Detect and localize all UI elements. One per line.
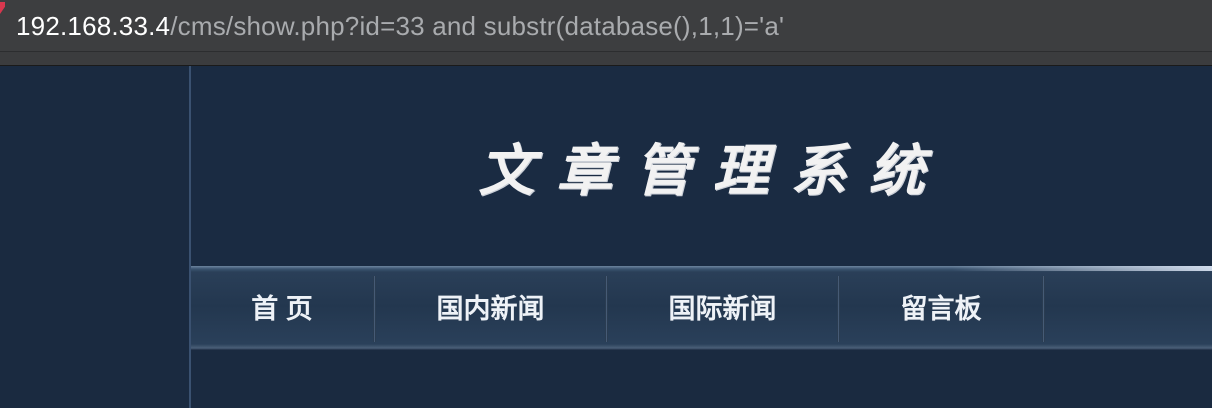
url-host: 192.168.33.4: [16, 11, 171, 41]
web-page: 文章管理系统 首 页 国内新闻 国际新闻 留言板: [0, 66, 1212, 408]
content-area: [191, 350, 1212, 408]
left-sidebar: [0, 66, 189, 408]
nav-item-home[interactable]: 首 页: [191, 276, 373, 342]
address-bar[interactable]: 192.168.33.4/cms/show.php?id=33 and subs…: [0, 0, 1212, 52]
nav-item-domestic-news[interactable]: 国内新闻: [376, 276, 605, 342]
nav-separator: [1042, 276, 1045, 342]
url-path: /cms/show.php?id=33 and substr(database(…: [170, 11, 785, 41]
nav-item-international-news[interactable]: 国际新闻: [608, 276, 837, 342]
nav-item-guestbook[interactable]: 留言板: [840, 276, 1042, 342]
toolbar-divider: [0, 52, 1212, 66]
site-banner: 文章管理系统: [191, 66, 1212, 266]
main-nav: 首 页 国内新闻 国际新闻 留言板: [191, 266, 1212, 350]
site-title: 文章管理系统: [478, 138, 947, 204]
nav-shine: [952, 266, 1212, 271]
security-indicator-icon: [0, 2, 5, 14]
url-field[interactable]: 192.168.33.4/cms/show.php?id=33 and subs…: [16, 9, 784, 43]
